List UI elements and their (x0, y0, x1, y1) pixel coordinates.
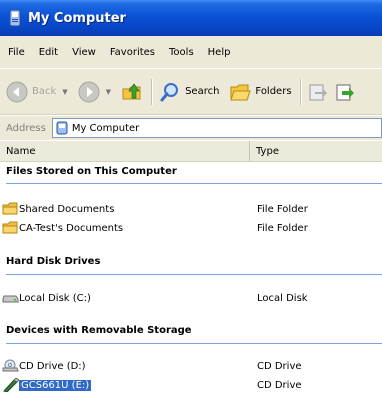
address-field[interactable]: My Computer (51, 118, 382, 138)
search-button[interactable]: Search (159, 77, 219, 107)
group-divider (6, 274, 382, 275)
my-computer-small-icon (56, 121, 68, 135)
back-label: Back (32, 86, 57, 97)
up-folder-icon (122, 82, 141, 99)
hard-disk-icon (2, 295, 19, 303)
column-header-name-label: Name (6, 145, 36, 157)
item-name: CA-Test's Documents (19, 222, 124, 234)
folder-icon (2, 202, 18, 215)
address-value: My Computer (71, 122, 140, 134)
back-button[interactable]: Back ▼ (6, 77, 68, 107)
list-item[interactable]: Local Disk (C:) Local Disk (0, 290, 382, 306)
my-computer-icon (9, 9, 21, 27)
item-name: CD Drive (D:) (19, 360, 86, 372)
item-name: Shared Documents (19, 203, 115, 215)
list-item-selected[interactable]: GCS661U (E:) CD Drive (0, 377, 382, 393)
pen-drive-icon (3, 378, 19, 392)
menu-view[interactable]: View (65, 47, 103, 58)
address-label: Address (6, 122, 46, 134)
back-arrow-icon (6, 81, 28, 102)
copy-to-button[interactable] (334, 77, 354, 107)
item-type: CD Drive (257, 379, 302, 391)
group-divider (6, 343, 382, 344)
forward-dropdown-icon[interactable]: ▼ (106, 88, 111, 96)
list-item[interactable]: Shared Documents File Folder (0, 201, 382, 217)
folders-label: Folders (255, 86, 292, 97)
toolbar-separator (151, 78, 154, 105)
forward-arrow-icon (78, 81, 100, 102)
forward-button[interactable]: ▼ (78, 77, 111, 107)
search-icon (160, 82, 179, 101)
up-folder-button[interactable] (121, 77, 143, 107)
list-item[interactable]: CD Drive (D:) CD Drive (0, 358, 382, 374)
folders-button[interactable]: Folders (229, 77, 292, 107)
toolbar: Back ▼ ▼ Search Folders (0, 69, 382, 115)
item-type: File Folder (257, 203, 308, 215)
item-name: GCS661U (E:) (19, 379, 92, 391)
move-to-icon (309, 84, 327, 100)
list-item[interactable]: CA-Test's Documents File Folder (0, 220, 382, 236)
title-bar[interactable]: My Computer (0, 0, 382, 36)
copy-to-icon (336, 84, 354, 100)
window-title: My Computer (28, 10, 126, 26)
item-name: Local Disk (C:) (19, 292, 91, 304)
item-type: CD Drive (257, 360, 302, 372)
toolbar-separator-2 (299, 78, 302, 105)
menu-favorites[interactable]: Favorites (103, 47, 162, 58)
group-header-hard-disk-drives[interactable]: Hard Disk Drives (6, 256, 100, 267)
item-type: File Folder (257, 222, 308, 234)
item-type: Local Disk (257, 292, 308, 304)
menu-help[interactable]: Help (201, 47, 238, 58)
folder-icon (2, 221, 18, 234)
group-header-removable-storage[interactable]: Devices with Removable Storage (6, 325, 192, 336)
column-header-row: Name Type (0, 141, 382, 162)
group-header-files-stored[interactable]: Files Stored on This Computer (6, 166, 177, 177)
menu-file[interactable]: File (0, 47, 32, 58)
group-divider (6, 183, 382, 184)
menu-edit[interactable]: Edit (32, 47, 65, 58)
column-header-name[interactable]: Name (0, 141, 250, 161)
search-label: Search (185, 86, 220, 97)
address-bar: Address My Computer (0, 115, 382, 140)
folders-icon (230, 84, 252, 100)
move-to-button[interactable] (308, 77, 328, 107)
menu-tools[interactable]: Tools (162, 47, 201, 58)
cd-drive-icon (2, 359, 19, 372)
column-header-type-label: Type (256, 145, 279, 157)
back-dropdown-icon[interactable]: ▼ (62, 88, 67, 96)
menu-bar: File Edit View Favorites Tools Help (0, 36, 382, 69)
column-header-type[interactable]: Type (250, 146, 279, 157)
